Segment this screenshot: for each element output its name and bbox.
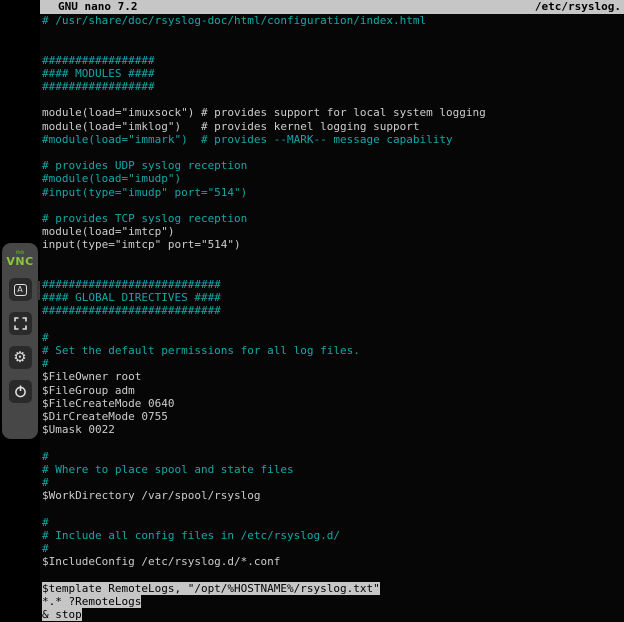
editor-line: module(load="imklog") # provides kernel … bbox=[42, 120, 624, 133]
fullscreen-icon bbox=[14, 317, 27, 330]
fullscreen-button[interactable] bbox=[9, 312, 32, 335]
novnc-logo: no VNC bbox=[6, 250, 33, 267]
editor-line bbox=[42, 93, 624, 106]
editor-line: module(load="imtcp") bbox=[42, 225, 624, 238]
editor-lines: # /usr/share/doc/rsyslog-doc/html/config… bbox=[40, 14, 624, 621]
editor-line bbox=[42, 199, 624, 212]
editor-line: #### MODULES #### bbox=[42, 67, 624, 80]
editor-line: #module(load="imudp") bbox=[42, 172, 624, 185]
editor-line: # bbox=[42, 450, 624, 463]
editor-line: $FileGroup adm bbox=[42, 384, 624, 397]
nano-version: GNU nano 7.2 bbox=[58, 0, 137, 14]
editor-line: #### GLOBAL DIRECTIVES #### bbox=[42, 291, 624, 304]
editor-line: # Where to place spool and state files bbox=[42, 463, 624, 476]
editor-line bbox=[42, 437, 624, 450]
editor-line: $DirCreateMode 0755 bbox=[42, 410, 624, 423]
editor-line: $FileCreateMode 0640 bbox=[42, 397, 624, 410]
nano-titlebar: GNU nano 7.2 /etc/rsyslog. bbox=[40, 0, 624, 14]
editor-line: $FileOwner root bbox=[42, 370, 624, 383]
extra-keys-button[interactable]: A bbox=[9, 278, 32, 301]
editor-line: $Umask 0022 bbox=[42, 423, 624, 436]
editor-line: $WorkDirectory /var/spool/rsyslog bbox=[42, 489, 624, 502]
gear-icon: ⚙ bbox=[13, 350, 26, 365]
editor-line bbox=[42, 252, 624, 265]
editor-line bbox=[42, 27, 624, 40]
settings-button[interactable]: ⚙ bbox=[9, 346, 32, 369]
editor-line bbox=[42, 569, 624, 582]
nano-editor[interactable]: GNU nano 7.2 /etc/rsyslog. # /usr/share/… bbox=[40, 0, 624, 622]
novnc-logo-text: VNC bbox=[6, 256, 33, 267]
editor-line: ########################### bbox=[42, 304, 624, 317]
editor-line: # bbox=[42, 476, 624, 489]
power-icon bbox=[14, 385, 27, 398]
editor-line: # provides UDP syslog reception bbox=[42, 159, 624, 172]
editor-line bbox=[42, 146, 624, 159]
editor-line: & stop bbox=[42, 608, 624, 621]
editor-line bbox=[42, 503, 624, 516]
power-button[interactable] bbox=[9, 380, 32, 403]
editor-line: module(load="imuxsock") # provides suppo… bbox=[42, 106, 624, 119]
editor-line: # bbox=[42, 516, 624, 529]
editor-line: # bbox=[42, 331, 624, 344]
editor-line: # /usr/share/doc/rsyslog-doc/html/config… bbox=[42, 14, 624, 27]
screen: no VNC ◂ A ⚙ GNU nano 7.2 /etc/rsyslog. bbox=[0, 0, 624, 622]
editor-line: $IncludeConfig /etc/rsyslog.d/*.conf bbox=[42, 555, 624, 568]
editor-line: # bbox=[42, 357, 624, 370]
editor-line: #module(load="immark") # provides --MARK… bbox=[42, 133, 624, 146]
editor-line: ################# bbox=[42, 54, 624, 67]
editor-line: # Include all config files in /etc/rsysl… bbox=[42, 529, 624, 542]
editor-line bbox=[42, 318, 624, 331]
editor-line: input(type="imtcp" port="514") bbox=[42, 238, 624, 251]
editor-line: # bbox=[42, 542, 624, 555]
editor-line: # Set the default permissions for all lo… bbox=[42, 344, 624, 357]
editor-line: ########################### bbox=[42, 278, 624, 291]
editor-line: ################# bbox=[42, 80, 624, 93]
editor-line bbox=[42, 265, 624, 278]
keyboard-a-icon: A bbox=[14, 284, 27, 296]
file-path: /etc/rsyslog. bbox=[535, 0, 621, 14]
editor-line bbox=[42, 40, 624, 53]
editor-line: $template RemoteLogs, "/opt/%HOSTNAME%/r… bbox=[42, 582, 624, 595]
editor-line: # provides TCP syslog reception bbox=[42, 212, 624, 225]
editor-line: #input(type="imudp" port="514") bbox=[42, 186, 624, 199]
editor-line: *.* ?RemoteLogs bbox=[42, 595, 624, 608]
vnc-control-bar: no VNC ◂ A ⚙ bbox=[2, 243, 38, 439]
